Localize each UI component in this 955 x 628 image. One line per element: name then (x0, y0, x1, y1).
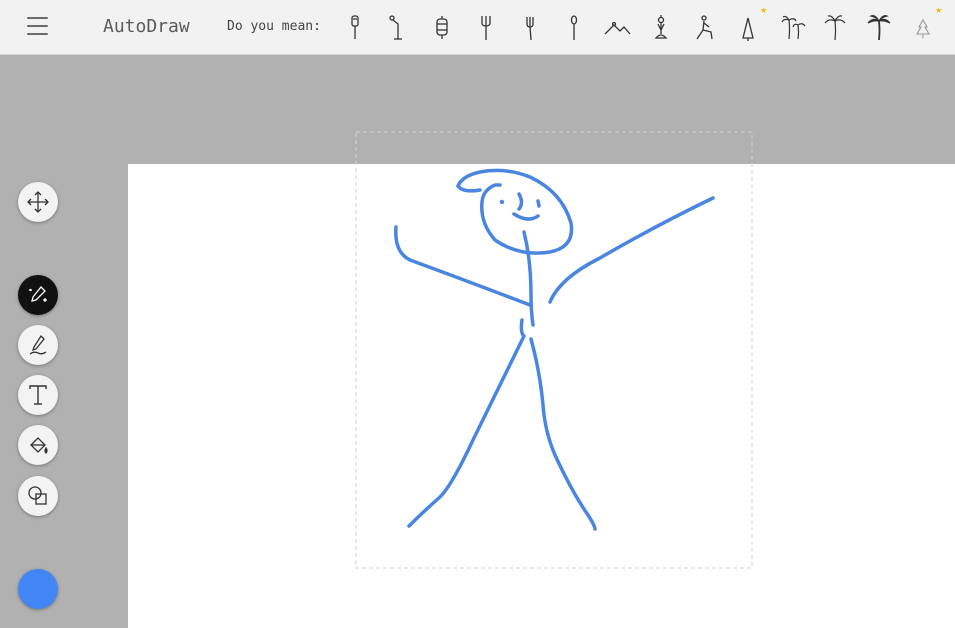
pen-icon (29, 334, 47, 355)
stroke-eye-right (536, 199, 541, 208)
stick-figure-drawing (394, 168, 715, 531)
stroke-right-arm (548, 196, 715, 304)
stroke-left-leg (407, 318, 526, 528)
draw-tool[interactable] (18, 325, 58, 365)
shapes-icon (28, 486, 47, 505)
stroke-nose (517, 192, 524, 211)
color-picker-button[interactable] (18, 569, 58, 609)
stroke-left-arm (394, 225, 532, 307)
select-move-tool[interactable] (18, 182, 58, 222)
fill-bucket-icon (30, 437, 48, 454)
move-arrows-icon (27, 191, 49, 213)
autodraw-magic-pen-icon (29, 286, 47, 302)
selection-bounding-box (355, 131, 753, 569)
autodraw-tool[interactable] (18, 275, 58, 315)
text-tool[interactable] (18, 375, 58, 415)
stroke-hair (456, 184, 482, 193)
stroke-head (456, 168, 574, 255)
drawing-layer (355, 131, 753, 569)
stroke-body (522, 230, 535, 327)
shapes-tool[interactable] (18, 476, 58, 516)
stroke-eye (499, 199, 505, 205)
text-icon (29, 385, 47, 405)
fill-tool[interactable] (18, 425, 58, 465)
stroke-right-leg (529, 337, 597, 531)
stroke-mouth (512, 212, 540, 221)
